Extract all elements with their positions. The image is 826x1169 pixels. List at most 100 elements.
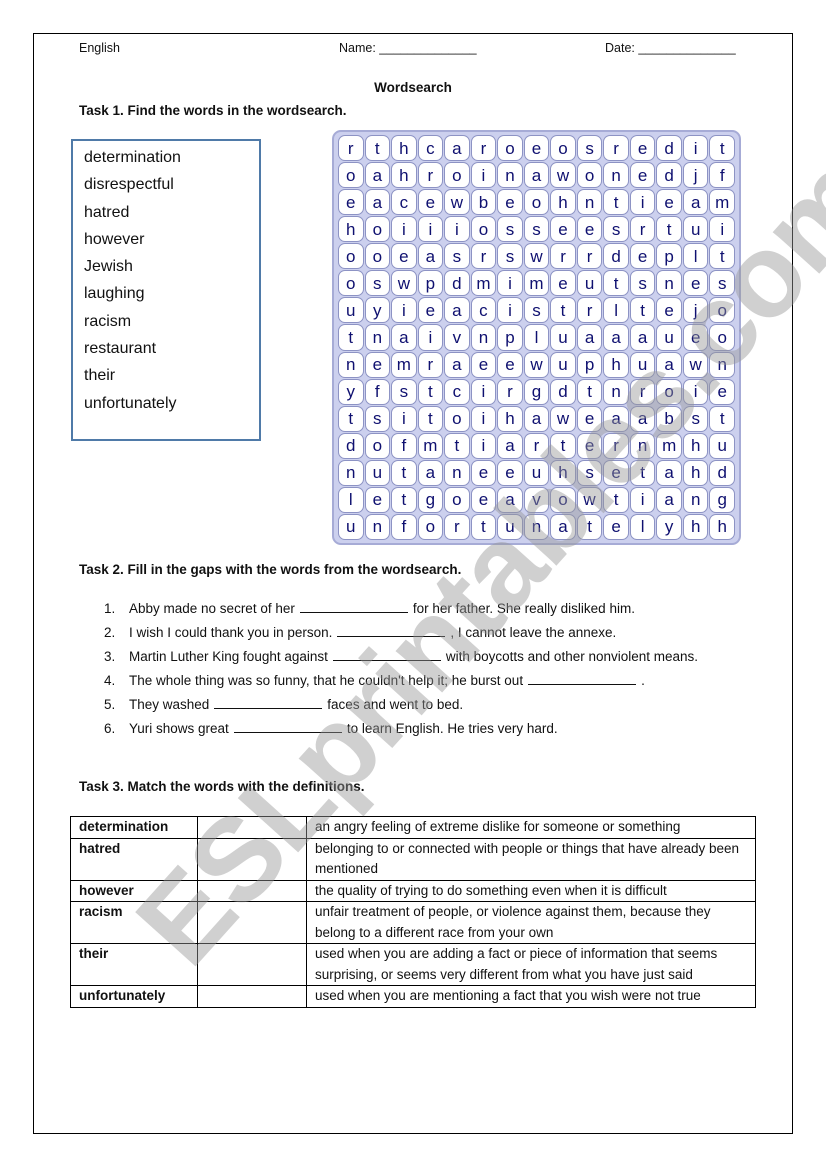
grid-cell[interactable]: i [497, 270, 523, 297]
grid-cell[interactable]: o [576, 162, 603, 189]
grid-cell[interactable]: n [523, 513, 550, 540]
grid-cell[interactable]: e [682, 270, 709, 297]
grid-cell[interactable]: n [364, 324, 391, 351]
grid-cell[interactable]: t [391, 486, 417, 513]
grid-cell[interactable]: e [550, 270, 576, 297]
grid-cell[interactable]: s [497, 216, 523, 243]
grid-cell[interactable]: l [682, 243, 709, 270]
grid-cell[interactable]: l [338, 486, 364, 513]
grid-cell[interactable]: e [576, 432, 603, 459]
grid-cell[interactable]: u [709, 432, 735, 459]
grid-cell[interactable]: c [470, 297, 497, 324]
grid-cell[interactable]: h [682, 513, 709, 540]
grid-cell[interactable]: o [523, 189, 550, 216]
grid-cell[interactable]: a [444, 297, 470, 324]
grid-cell[interactable]: t [709, 135, 735, 162]
grid-cell[interactable]: t [470, 513, 497, 540]
grid-cell[interactable]: e [576, 216, 603, 243]
grid-cell[interactable]: u [338, 297, 364, 324]
grid-cell[interactable]: e [523, 135, 550, 162]
match-answer-cell[interactable] [197, 816, 307, 839]
grid-cell[interactable]: g [523, 378, 550, 405]
grid-cell[interactable]: n [576, 189, 603, 216]
grid-cell[interactable]: t [338, 324, 364, 351]
grid-cell[interactable]: c [417, 135, 444, 162]
grid-cell[interactable]: e [550, 216, 576, 243]
grid-cell[interactable]: l [629, 513, 656, 540]
match-answer-cell[interactable] [197, 837, 307, 881]
grid-cell[interactable]: t [603, 189, 629, 216]
grid-cell[interactable]: a [629, 324, 656, 351]
grid-cell[interactable]: i [391, 216, 417, 243]
grid-cell[interactable]: l [523, 324, 550, 351]
grid-cell[interactable]: e [417, 189, 444, 216]
grid-cell[interactable]: e [417, 297, 444, 324]
grid-cell[interactable]: m [523, 270, 550, 297]
grid-cell[interactable]: o [550, 486, 576, 513]
grid-cell[interactable]: e [603, 513, 629, 540]
grid-cell[interactable]: t [444, 432, 470, 459]
grid-cell[interactable]: a [523, 162, 550, 189]
grid-cell[interactable]: n [444, 459, 470, 486]
grid-cell[interactable]: o [656, 378, 682, 405]
grid-cell[interactable]: n [470, 324, 497, 351]
grid-cell[interactable]: u [656, 324, 682, 351]
grid-cell[interactable]: g [709, 486, 735, 513]
grid-cell[interactable]: o [338, 243, 364, 270]
grid-cell[interactable]: e [470, 351, 497, 378]
grid-cell[interactable]: w [444, 189, 470, 216]
grid-cell[interactable]: a [576, 324, 603, 351]
grid-cell[interactable]: f [364, 378, 391, 405]
grid-cell[interactable]: i [417, 216, 444, 243]
grid-cell[interactable]: u [576, 270, 603, 297]
grid-cell[interactable]: t [417, 378, 444, 405]
grid-cell[interactable]: e [497, 351, 523, 378]
grid-cell[interactable]: u [550, 324, 576, 351]
grid-cell[interactable]: n [682, 486, 709, 513]
grid-cell[interactable]: e [470, 459, 497, 486]
grid-cell[interactable]: m [709, 189, 735, 216]
grid-cell[interactable]: h [338, 216, 364, 243]
grid-cell[interactable]: t [550, 297, 576, 324]
grid-cell[interactable]: h [603, 351, 629, 378]
grid-cell[interactable]: i [497, 297, 523, 324]
grid-cell[interactable]: t [629, 459, 656, 486]
grid-cell[interactable]: r [629, 216, 656, 243]
grid-cell[interactable]: p [417, 270, 444, 297]
match-answer-cell[interactable] [197, 879, 307, 902]
grid-cell[interactable]: h [391, 135, 417, 162]
grid-cell[interactable]: s [444, 243, 470, 270]
grid-cell[interactable]: e [338, 189, 364, 216]
grid-cell[interactable]: d [603, 243, 629, 270]
grid-cell[interactable]: r [338, 135, 364, 162]
grid-cell[interactable]: n [338, 351, 364, 378]
grid-cell[interactable]: t [391, 459, 417, 486]
grid-cell[interactable]: r [629, 378, 656, 405]
grid-cell[interactable]: e [391, 243, 417, 270]
grid-cell[interactable]: t [417, 405, 444, 432]
grid-cell[interactable]: n [603, 162, 629, 189]
grid-cell[interactable]: a [417, 459, 444, 486]
grid-cell[interactable]: n [338, 459, 364, 486]
grid-cell[interactable]: o [417, 513, 444, 540]
grid-cell[interactable]: t [603, 486, 629, 513]
grid-cell[interactable]: s [497, 243, 523, 270]
grid-cell[interactable]: e [656, 297, 682, 324]
grid-cell[interactable]: y [338, 378, 364, 405]
answer-blank[interactable] [528, 672, 637, 685]
grid-cell[interactable]: o [444, 486, 470, 513]
grid-cell[interactable]: s [391, 378, 417, 405]
grid-cell[interactable]: j [682, 162, 709, 189]
grid-cell[interactable]: f [709, 162, 735, 189]
answer-blank[interactable] [299, 600, 408, 613]
grid-cell[interactable]: d [709, 459, 735, 486]
grid-cell[interactable]: o [338, 270, 364, 297]
match-answer-cell[interactable] [197, 901, 307, 944]
match-answer-cell[interactable] [197, 943, 307, 986]
grid-cell[interactable]: w [523, 351, 550, 378]
grid-cell[interactable]: i [444, 216, 470, 243]
grid-cell[interactable]: a [523, 405, 550, 432]
grid-cell[interactable]: i [470, 405, 497, 432]
grid-cell[interactable]: a [497, 486, 523, 513]
grid-cell[interactable]: n [603, 378, 629, 405]
